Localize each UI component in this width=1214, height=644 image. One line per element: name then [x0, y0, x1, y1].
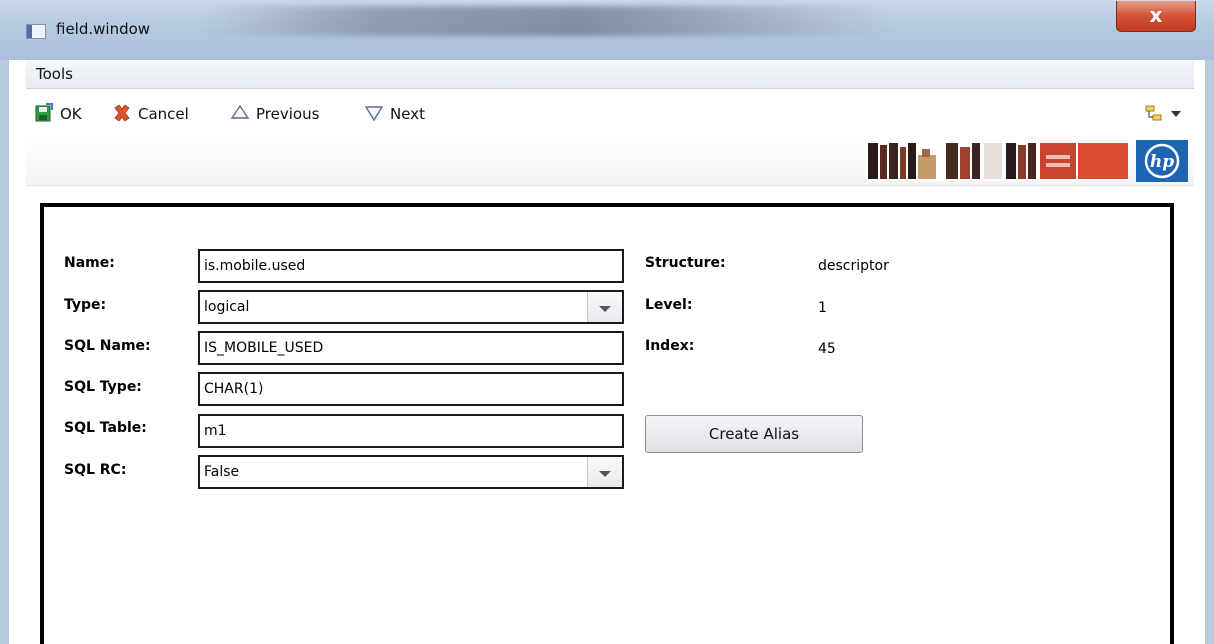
- sql-name-label: SQL Name:: [64, 338, 151, 354]
- menu-tools[interactable]: Tools: [36, 65, 73, 83]
- header-banner: hp: [26, 139, 1194, 186]
- structure-value: descriptor: [818, 258, 889, 274]
- hp-logo: hp: [1136, 140, 1188, 182]
- toolbar-options-dropdown[interactable]: [1142, 102, 1186, 126]
- cancel-x-icon: [114, 104, 130, 122]
- chevron-down-icon: [1171, 111, 1181, 117]
- banner-divider: [26, 185, 1194, 186]
- title-bar: field.window x: [0, 0, 1214, 60]
- down-arrow-icon: [364, 106, 384, 122]
- chevron-down-icon[interactable]: [587, 457, 622, 487]
- hp-logo-circle: hp: [1144, 143, 1180, 179]
- sql-table-field[interactable]: m1: [198, 414, 624, 448]
- type-dropdown[interactable]: logical: [198, 290, 624, 324]
- ok-button[interactable]: OK: [32, 102, 96, 126]
- window-frame-left: [0, 60, 9, 644]
- next-button[interactable]: Next: [362, 102, 442, 126]
- previous-button[interactable]: Previous: [228, 102, 348, 126]
- save-icon: [35, 103, 53, 122]
- sql-name-field[interactable]: IS_MOBILE_USED: [198, 331, 624, 365]
- ok-label: OK: [60, 105, 82, 123]
- index-label: Index:: [645, 338, 695, 354]
- type-dropdown-value: logical: [204, 299, 250, 315]
- sql-type-label: SQL Type:: [64, 379, 142, 395]
- app-window-icon: [26, 24, 46, 39]
- window-frame-right: [1205, 60, 1214, 644]
- sql-type-field[interactable]: CHAR(1): [198, 372, 624, 406]
- cancel-label: Cancel: [138, 105, 189, 123]
- close-window-button[interactable]: x: [1116, 1, 1196, 32]
- next-label: Next: [390, 105, 425, 123]
- chevron-down-icon[interactable]: [587, 292, 622, 322]
- cancel-button[interactable]: Cancel: [110, 102, 210, 126]
- toolbar: OK Cancel Previous Next: [26, 89, 1194, 139]
- previous-label: Previous: [256, 105, 320, 123]
- index-value: 45: [818, 341, 836, 357]
- up-arrow-icon: [230, 104, 250, 119]
- tree-structure-icon: [1145, 105, 1162, 121]
- title-bar-background-blur: [200, 6, 890, 36]
- banner-decorative-image: [866, 141, 1128, 181]
- type-label: Type:: [64, 297, 107, 313]
- menu-bar: Tools: [26, 60, 1194, 89]
- window-title: field.window: [56, 20, 151, 38]
- sql-rc-dropdown[interactable]: False: [198, 455, 624, 489]
- name-field[interactable]: is.mobile.used: [198, 249, 624, 283]
- create-alias-button[interactable]: Create Alias: [645, 415, 863, 453]
- structure-label: Structure:: [645, 255, 726, 271]
- hp-logo-text: hp: [1150, 152, 1174, 172]
- sql-rc-label: SQL RC:: [64, 462, 127, 478]
- level-label: Level:: [645, 297, 693, 313]
- sql-table-label: SQL Table:: [64, 420, 147, 436]
- sql-rc-dropdown-value: False: [204, 464, 240, 480]
- name-label: Name:: [64, 255, 115, 271]
- level-value: 1: [818, 300, 827, 316]
